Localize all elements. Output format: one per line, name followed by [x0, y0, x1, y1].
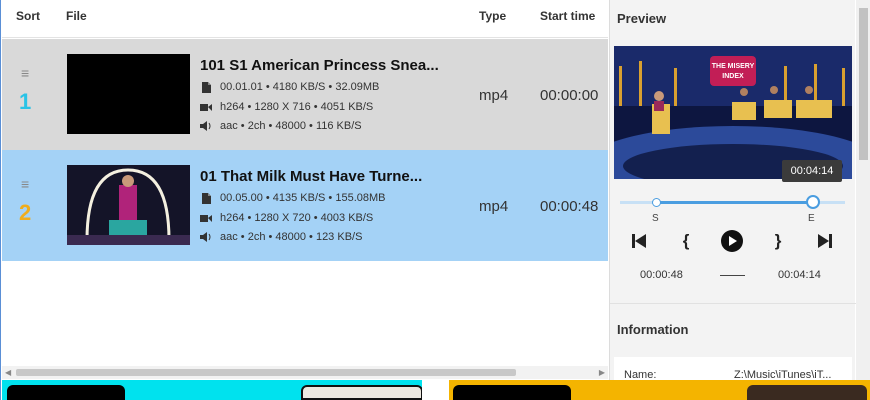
trim-slider-range [655, 201, 812, 204]
set-end-button[interactable]: } [770, 229, 786, 253]
bottom-thumbnail-strip [1, 380, 870, 400]
duration-info: 00.05.00 • 4135 KB/S • 155.08MB [220, 192, 386, 204]
file-title: 101 S1 American Princess Snea... [200, 57, 439, 74]
strip-thumbnail[interactable] [453, 385, 571, 400]
drag-handle-icon[interactable]: ≡ [21, 66, 29, 80]
video-meta-line: h264 • 1280 X 720 • 4003 KB/S [200, 212, 373, 224]
section-divider [610, 303, 856, 304]
preview-panel: Preview THE MISERY INDEX 00:04:14 S E {… [609, 0, 856, 381]
svg-text:INDEX: INDEX [722, 73, 744, 80]
slider-end-label: E [808, 213, 815, 224]
scroll-right-icon[interactable]: ▶ [599, 368, 605, 377]
list-header: Sort File Type Start time [2, 0, 608, 38]
audio-info: aac • 2ch • 48000 • 116 KB/S [220, 120, 362, 132]
file-meta-line: 00.05.00 • 4135 KB/S • 155.08MB [200, 192, 385, 204]
start-time-value: 00:00:48 [540, 198, 599, 215]
file-meta-line: 00.01.01 • 4180 KB/S • 32.09MB [200, 81, 379, 93]
skip-next-button[interactable] [814, 229, 836, 253]
file-list-panel: Sort File Type Start time ≡ 1 101 S1 Ame… [2, 0, 608, 380]
strip-segment-1[interactable] [2, 380, 423, 400]
header-sort[interactable]: Sort [16, 9, 40, 23]
svg-text:THE MISERY: THE MISERY [712, 63, 755, 70]
app-window: Sort File Type Start time ≡ 1 101 S1 Ame… [0, 0, 870, 400]
slider-start-label: S [652, 213, 659, 224]
file-type: mp4 [479, 87, 509, 104]
drag-handle-icon[interactable]: ≡ [21, 177, 29, 191]
file-title: 01 That Milk Must Have Turne... [200, 168, 423, 185]
scrollbar-thumb[interactable] [16, 369, 516, 376]
preview-title: Preview [617, 11, 667, 26]
set-start-button[interactable]: { [678, 229, 694, 253]
horizontal-scrollbar[interactable]: ◀ ▶ [2, 366, 608, 379]
sort-index: 2 [19, 200, 32, 225]
speaker-icon [200, 231, 212, 243]
audio-meta-line: aac • 2ch • 48000 • 123 KB/S [200, 231, 362, 243]
header-type[interactable]: Type [479, 9, 506, 23]
scroll-left-icon[interactable]: ◀ [5, 368, 11, 377]
skip-next-icon [818, 234, 832, 248]
file-icon [200, 192, 212, 204]
trim-start-time: 00:00:48 [640, 269, 683, 281]
time-tooltip: 00:04:14 [782, 160, 842, 182]
video-thumbnail [67, 54, 190, 134]
vertical-scrollbar-thumb[interactable] [859, 8, 868, 160]
info-table: Name: Z:\Music\iTunes\iT... [614, 357, 852, 381]
skip-previous-button[interactable] [628, 229, 650, 253]
file-type: mp4 [479, 198, 509, 215]
header-start-time[interactable]: Start time [540, 9, 595, 23]
strip-gap [422, 380, 449, 400]
audio-info: aac • 2ch • 48000 • 123 KB/S [220, 231, 363, 243]
information-title: Information [617, 322, 689, 337]
list-item[interactable]: ≡ 1 101 S1 American Princess Snea... 00.… [2, 39, 608, 150]
video-camera-icon [200, 101, 212, 113]
file-icon [200, 81, 212, 93]
duration-info: 00.01.01 • 4180 KB/S • 32.09MB [220, 81, 380, 93]
video-camera-icon [200, 212, 212, 224]
video-meta-line: h264 • 1280 X 716 • 4051 KB/S [200, 101, 373, 113]
play-button[interactable] [720, 229, 744, 253]
video-info: h264 • 1280 X 716 • 4051 KB/S [220, 101, 374, 113]
trim-end-time: 00:04:14 [778, 269, 821, 281]
start-time-value: 00:00:00 [540, 87, 599, 104]
list-item[interactable]: ≡ 2 01 That Milk Must Have Turne... 00.0… [2, 150, 608, 261]
trim-start-handle[interactable] [652, 198, 661, 207]
strip-thumbnail[interactable] [7, 385, 125, 400]
strip-thumbnail[interactable] [747, 385, 867, 400]
strip-segment-2[interactable] [449, 380, 870, 400]
play-icon [721, 230, 743, 252]
header-file[interactable]: File [66, 9, 87, 23]
audio-meta-line: aac • 2ch • 48000 • 116 KB/S [200, 120, 362, 132]
video-info: h264 • 1280 X 720 • 4003 KB/S [220, 212, 374, 224]
time-separator [720, 275, 745, 276]
trim-end-handle[interactable] [806, 195, 820, 209]
sort-index: 1 [19, 89, 32, 114]
skip-previous-icon [632, 234, 646, 248]
video-thumbnail [67, 165, 190, 245]
speaker-icon [200, 120, 212, 132]
vertical-scrollbar[interactable] [856, 0, 870, 380]
strip-thumbnail[interactable] [301, 385, 423, 400]
